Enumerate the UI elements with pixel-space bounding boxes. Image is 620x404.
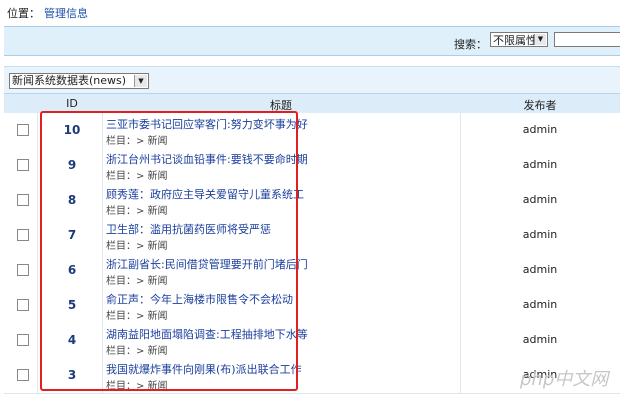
row-title-link[interactable]: 我国就爆炸事件向刚果(布)派出联合工作 [106,361,302,377]
attribute-select-value: 不限属性 [493,34,537,47]
table-row: 5 俞正声：今年上海楼市限售令不会松动 栏目：> 新闻 admin [4,288,620,324]
attribute-select[interactable]: 不限属性 ▼ [490,32,548,47]
table-row: 4 湖南益阳地面塌陷调查:工程抽排地下水等 栏目：> 新闻 admin [4,323,620,359]
row-publisher: admin [522,123,558,136]
row-publisher: admin [522,158,558,171]
watermark: php中文网 [520,369,609,390]
search-label: 搜索： [454,38,487,51]
row-checkbox[interactable] [17,264,29,276]
search-input[interactable] [554,32,620,47]
row-id: 3 [67,368,77,382]
row-id: 10 [63,123,81,137]
table-header: ID 标题 发布者 [4,93,620,114]
row-title-link[interactable]: 浙江副省长:民间借贷管理要开前门堵后门 [106,256,308,272]
row-title-link[interactable]: 浙江台州书记谈血铅事件:要钱不要命时期 [106,151,308,167]
row-column: 栏目：> 新闻 [106,346,168,357]
breadcrumb: 位置： 管理信息 [7,5,88,21]
row-title-link[interactable]: 三亚市委书记回应宰客门:努力变坏事为好 [106,116,308,132]
header-title: 标题 [270,99,292,112]
table-row: 10 三亚市委书记回应宰客门:努力变坏事为好 栏目：> 新闻 admin [4,113,620,149]
row-id: 4 [67,333,77,347]
row-checkbox[interactable] [17,299,29,311]
row-title-link[interactable]: 卫生部：滥用抗菌药医师将受严惩 [106,221,271,237]
row-column: 栏目：> 新闻 [106,241,168,252]
row-id: 5 [67,298,77,312]
chevron-down-icon: ▼ [134,75,147,87]
header-publisher: 发布者 [523,99,557,112]
row-publisher: admin [522,263,558,276]
data-table-select[interactable]: 新闻系统数据表(news) ▼ [9,73,149,89]
row-id: 9 [67,158,77,172]
chevron-down-icon: ▼ [534,34,546,45]
breadcrumb-label: 位置： [7,7,40,20]
row-column: 栏目：> 新闻 [106,206,168,217]
row-column: 栏目：> 新闻 [106,136,168,147]
row-column: 栏目：> 新闻 [106,171,168,182]
header-id: ID [66,97,78,110]
row-column: 栏目：> 新闻 [106,381,168,392]
row-checkbox[interactable] [17,194,29,206]
row-column: 栏目：> 新闻 [106,276,168,287]
row-id: 6 [67,263,77,277]
row-checkbox[interactable] [17,334,29,346]
breadcrumb-link[interactable]: 管理信息 [44,7,88,20]
row-id: 7 [67,228,77,242]
row-title-link[interactable]: 俞正声：今年上海楼市限售令不会松动 [106,291,293,307]
row-checkbox[interactable] [17,229,29,241]
row-title-link[interactable]: 顾秀莲：政府应主导关爱留守儿童系统工 [106,186,304,202]
data-table-select-value: 新闻系统数据表(news) [12,74,127,87]
table-row: 6 浙江副省长:民间借贷管理要开前门堵后门 栏目：> 新闻 admin [4,253,620,289]
row-column: 栏目：> 新闻 [106,311,168,322]
row-checkbox[interactable] [17,159,29,171]
row-publisher: admin [522,228,558,241]
search-toolbar: 搜索： 不限属性 ▼ [4,26,620,56]
row-publisher: admin [522,298,558,311]
table-row: 7 卫生部：滥用抗菌药医师将受严惩 栏目：> 新闻 admin [4,218,620,254]
row-publisher: admin [522,333,558,346]
table-row: 9 浙江台州书记谈血铅事件:要钱不要命时期 栏目：> 新闻 admin [4,148,620,184]
row-id: 8 [67,193,77,207]
row-publisher: admin [522,193,558,206]
row-checkbox[interactable] [17,124,29,136]
table-row: 8 顾秀莲：政府应主导关爱留守儿童系统工 栏目：> 新闻 admin [4,183,620,219]
row-title-link[interactable]: 湖南益阳地面塌陷调查:工程抽排地下水等 [106,326,308,342]
row-checkbox[interactable] [17,369,29,381]
